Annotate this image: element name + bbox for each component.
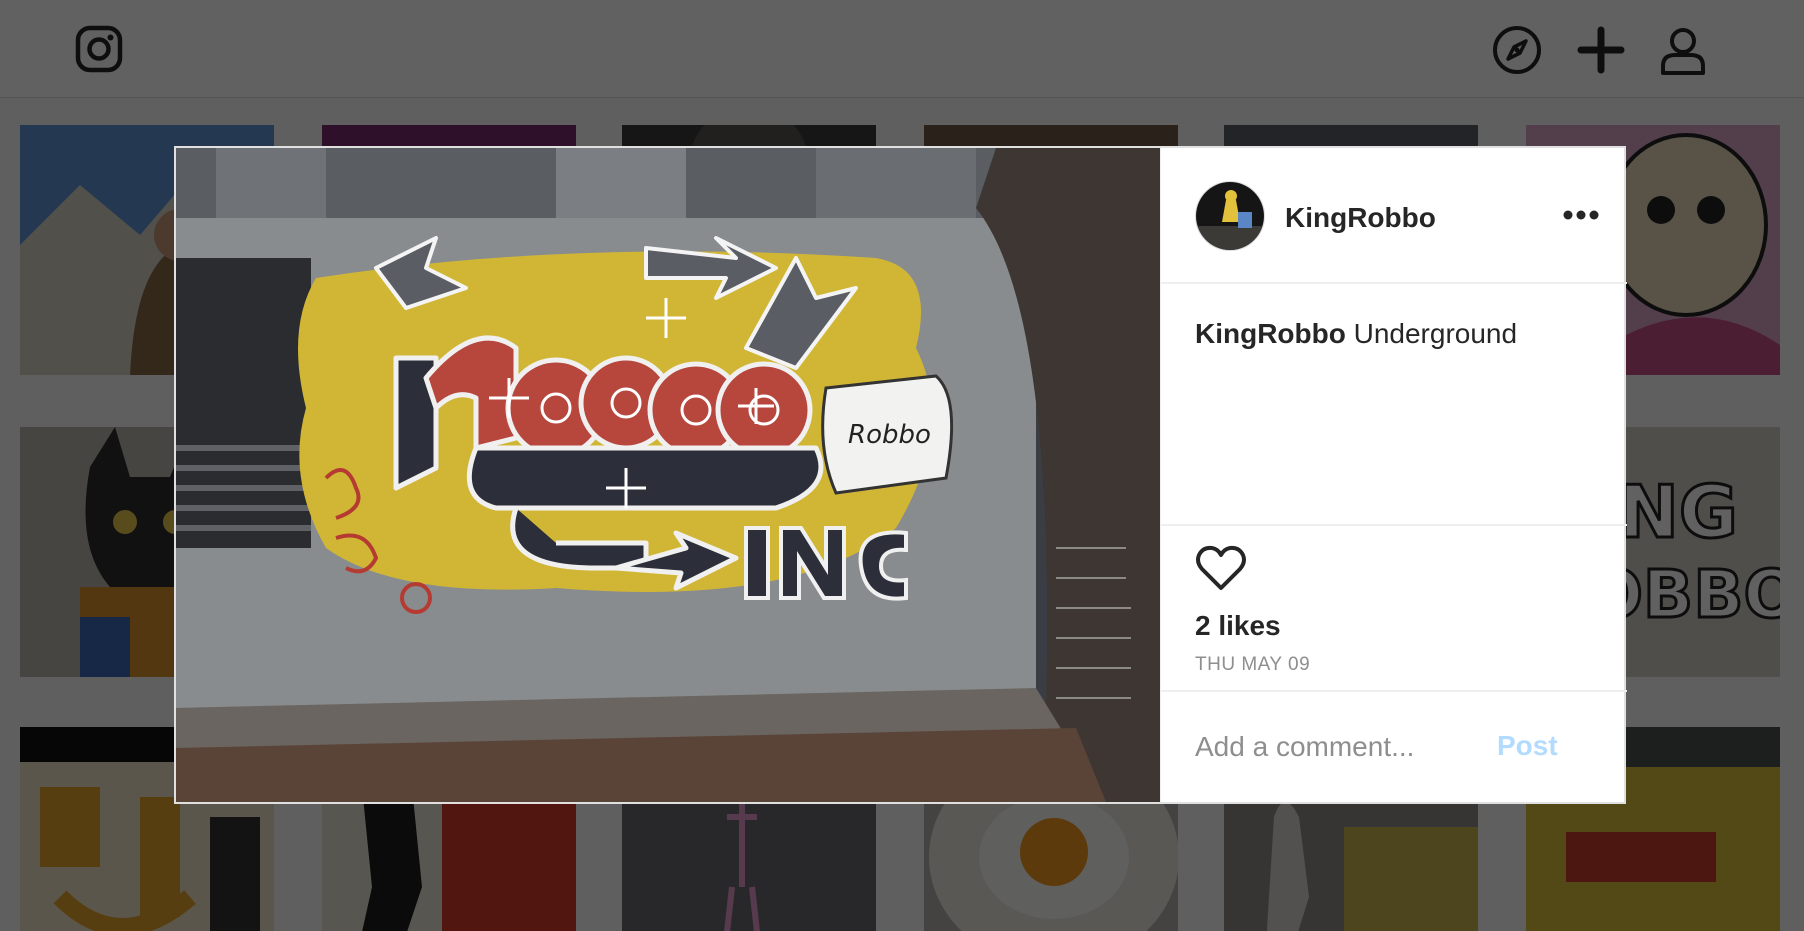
post-header: KingRobbo bbox=[1161, 148, 1627, 284]
avatar[interactable] bbox=[1195, 181, 1265, 251]
svg-text:Robbo: Robbo bbox=[848, 420, 931, 450]
post-owner-username[interactable]: KingRobbo bbox=[1285, 202, 1436, 234]
comment-input[interactable] bbox=[1195, 722, 1495, 772]
like-count[interactable]: 2 likes bbox=[1195, 610, 1281, 642]
post-modal: Robbo KingRobbo KingRobbo Underground 2 … bbox=[174, 146, 1627, 804]
post-image: Robbo bbox=[176, 148, 1160, 802]
heart-outline-icon[interactable] bbox=[1195, 544, 1247, 592]
caption-username[interactable]: KingRobbo bbox=[1195, 318, 1346, 349]
post-details-panel: KingRobbo KingRobbo Underground 2 likes … bbox=[1160, 148, 1627, 802]
post-actions: 2 likes THU MAY 09 bbox=[1161, 526, 1627, 692]
caption-area: KingRobbo Underground bbox=[1161, 284, 1627, 526]
post-date: THU MAY 09 bbox=[1195, 654, 1311, 675]
comment-form: Post bbox=[1161, 692, 1627, 802]
post-caption: KingRobbo Underground bbox=[1195, 318, 1517, 350]
more-options-icon[interactable] bbox=[1561, 202, 1601, 228]
caption-text: Underground bbox=[1345, 318, 1518, 349]
post-comment-button[interactable]: Post bbox=[1497, 730, 1558, 762]
